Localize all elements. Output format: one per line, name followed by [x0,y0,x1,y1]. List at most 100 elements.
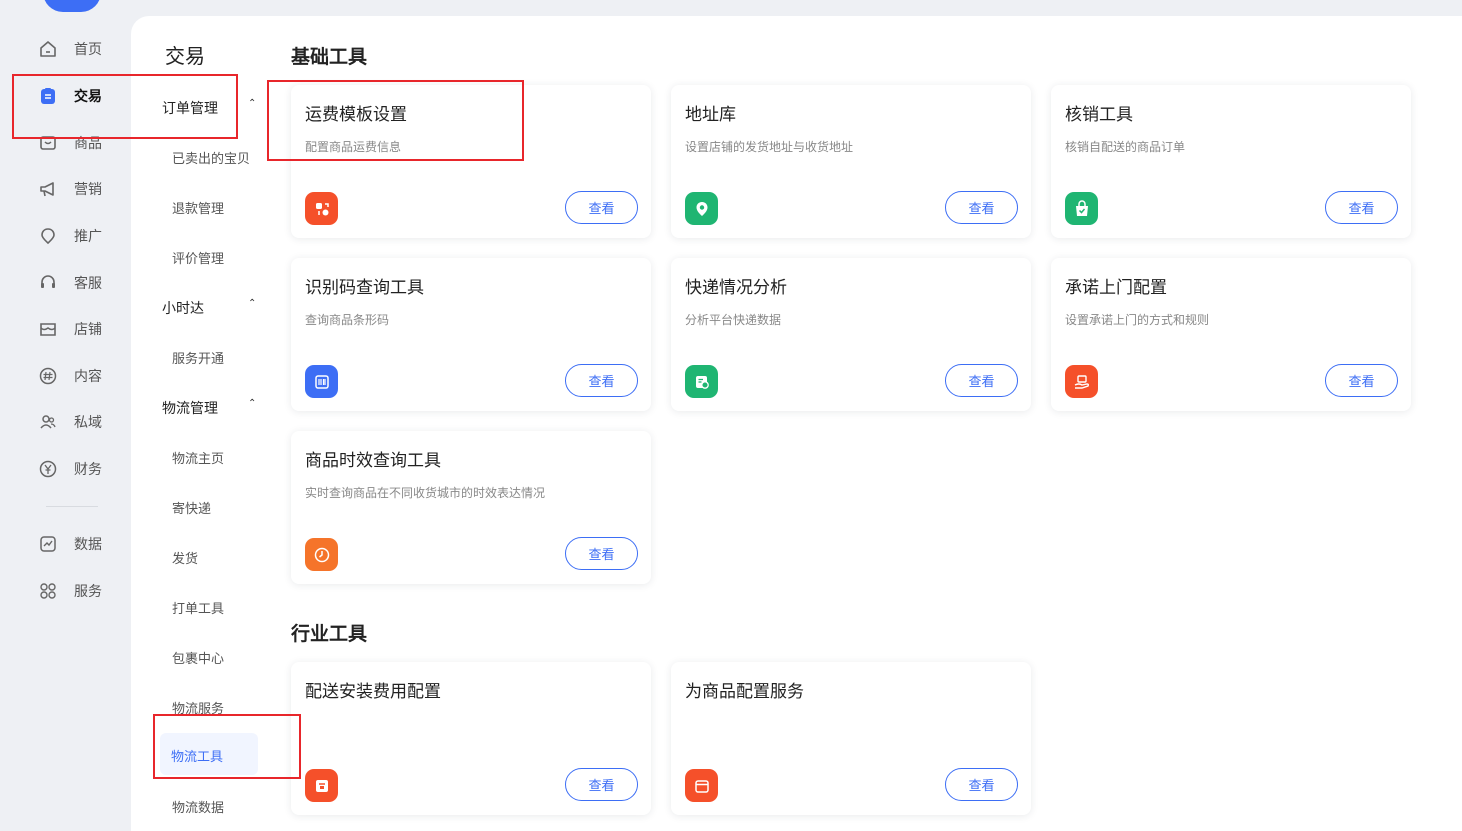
install-fee-icon [305,769,338,802]
freight-icon [305,192,338,225]
view-button[interactable]: 查看 [565,537,638,570]
nav-item-data[interactable]: 数据 [38,532,102,556]
primary-nav: 首页 交易 商品 营销 推广 客服 店铺 内容 私域 财务 数据 服务 [0,0,130,831]
submenu-group-order[interactable]: 订单管理 ⌃ [162,98,256,118]
nav-label: 内容 [74,369,102,385]
submenu-group-logistics[interactable]: 物流管理 ⌃ [162,398,256,418]
tool-card-express-analysis[interactable]: 快递情况分析 分析平台快递数据 查看 [671,258,1031,411]
card-desc: 设置承诺上门的方式和规则 [1065,313,1210,327]
chevron-up-icon: ⌃ [248,298,257,309]
card-title: 为商品配置服务 [685,682,804,702]
tool-card-freight-template[interactable]: 运费模板设置 配置商品运费信息 查看 [291,85,651,238]
nav-item-shop[interactable]: 店铺 [38,317,102,341]
view-button[interactable]: 查看 [945,191,1018,224]
card-desc: 查询商品条形码 [305,313,390,327]
barcode-scan-icon [305,365,338,398]
nav-item-goods[interactable]: 商品 [38,131,102,155]
nav-item-home[interactable]: 首页 [38,37,102,61]
chevron-up-icon: ⌃ [248,98,257,109]
goods-icon [38,133,58,153]
submenu-item-logistics-tools[interactable]: 物流工具 [160,733,258,775]
card-title: 地址库 [685,105,736,125]
view-button[interactable]: 查看 [565,191,638,224]
megaphone-icon [38,179,58,199]
submenu-group-label: 订单管理 [162,101,218,117]
card-desc: 配置商品运费信息 [305,140,402,154]
nav-label: 交易 [74,89,102,105]
submenu-title: 交易 [165,44,205,68]
nav-label: 财务 [74,462,102,478]
chart-icon [38,534,58,554]
tool-card-doorstep[interactable]: 承诺上门配置 设置承诺上门的方式和规则 查看 [1051,258,1411,411]
hashtag-icon [38,366,58,386]
submenu-item[interactable]: 包裹中心 [172,648,224,667]
view-button[interactable]: 查看 [565,364,638,397]
view-button[interactable]: 查看 [565,768,638,801]
nav-item-content[interactable]: 内容 [38,364,102,388]
card-desc: 设置店铺的发货地址与收货地址 [685,140,854,154]
nav-item-trade[interactable]: 交易 [38,84,102,108]
express-analysis-icon [685,365,718,398]
nav-item-service[interactable]: 客服 [38,271,102,295]
tool-card-address-book[interactable]: 地址库 设置店铺的发货地址与收货地址 查看 [671,85,1031,238]
shop-icon [38,319,58,339]
card-desc: 分析平台快递数据 [685,313,782,327]
users-icon [38,412,58,432]
service-box-icon [685,769,718,802]
card-title: 运费模板设置 [305,105,407,125]
headset-icon [38,273,58,293]
submenu-item[interactable]: 物流数据 [172,797,224,816]
submenu-group-label: 物流管理 [162,401,218,417]
doorstep-icon [1065,365,1098,398]
tool-card-timeliness[interactable]: 商品时效查询工具 实时查询商品在不同收货城市的时效表达情况 查看 [291,431,651,584]
view-button[interactable]: 查看 [1325,364,1398,397]
promote-icon [38,226,58,246]
nav-item-services[interactable]: 服务 [38,579,102,603]
submenu-item[interactable]: 物流主页 [172,448,224,467]
submenu-item[interactable]: 服务开通 [172,348,224,367]
submenu-item[interactable]: 寄快递 [172,498,211,517]
nav-label: 数据 [74,537,102,553]
submenu-item[interactable]: 打单工具 [172,598,224,617]
tool-card-barcode[interactable]: 识别码查询工具 查询商品条形码 查看 [291,258,651,411]
submenu-item[interactable]: 已卖出的宝贝 [172,148,250,167]
apps-icon [38,581,58,601]
section-title-basic: 基础工具 [291,46,368,68]
card-title: 承诺上门配置 [1065,278,1167,298]
nav-label: 客服 [74,276,102,292]
card-title: 配送安装费用配置 [305,682,441,702]
submenu-item[interactable]: 发货 [172,548,198,567]
card-title: 识别码查询工具 [305,278,424,298]
nav-label: 推广 [74,229,102,245]
tool-card-install-fee[interactable]: 配送安装费用配置 查看 [291,662,651,815]
submenu-group-label: 小时达 [162,301,204,317]
card-title: 快递情况分析 [685,278,787,298]
nav-label: 店铺 [74,322,102,338]
clock-icon [305,538,338,571]
card-title: 核销工具 [1065,105,1133,125]
nav-item-private[interactable]: 私域 [38,410,102,434]
view-button[interactable]: 查看 [945,364,1018,397]
card-title: 商品时效查询工具 [305,451,441,471]
trade-icon [38,86,58,106]
nav-label: 首页 [74,42,102,58]
card-desc: 核销自配送的商品订单 [1065,140,1186,154]
submenu-item[interactable]: 评价管理 [172,248,224,267]
nav-label: 营销 [74,182,102,198]
tool-card-product-service[interactable]: 为商品配置服务 查看 [671,662,1031,815]
tool-card-verify[interactable]: 核销工具 核销自配送的商品订单 查看 [1051,85,1411,238]
submenu-item[interactable]: 退款管理 [172,198,224,217]
chevron-up-icon: ⌃ [248,398,257,409]
nav-item-finance[interactable]: 财务 [38,457,102,481]
nav-item-marketing[interactable]: 营销 [38,177,102,201]
verify-bag-icon [1065,192,1098,225]
submenu-group-hourly[interactable]: 小时达 ⌃ [162,298,256,318]
nav-label: 服务 [74,584,102,600]
yuan-icon [38,459,58,479]
nav-item-promote[interactable]: 推广 [38,224,102,248]
location-icon [685,192,718,225]
view-button[interactable]: 查看 [1325,191,1398,224]
nav-label: 商品 [74,136,102,152]
view-button[interactable]: 查看 [945,768,1018,801]
submenu-item[interactable]: 物流服务 [172,698,224,717]
